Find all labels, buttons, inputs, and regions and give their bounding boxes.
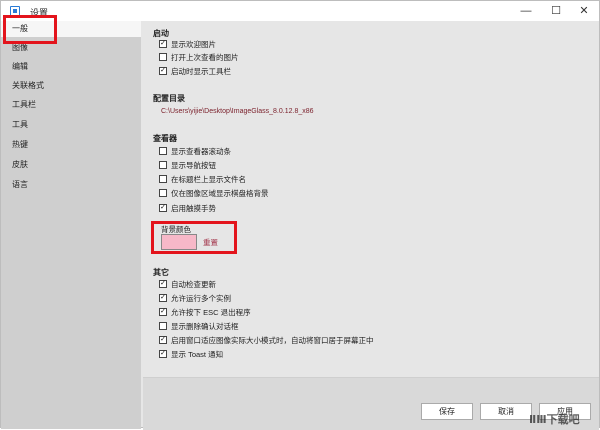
checkbox[interactable]: ✓ (159, 40, 167, 49)
title-bar: 设置 — ☐ ✕ (1, 1, 599, 21)
checkbox[interactable]: ✓ (159, 294, 167, 303)
sidebar-item-edit[interactable]: 编辑 (1, 59, 141, 75)
checkbox[interactable] (159, 161, 167, 170)
viewer-option-checkerboard[interactable]: 仅在图像区域显示棋盘格背景 (159, 188, 269, 200)
viewer-option-nav-buttons[interactable]: 显示导航按钮 (159, 160, 216, 172)
checkbox[interactable] (159, 189, 167, 198)
checkbox[interactable]: ✓ (159, 350, 167, 359)
checkbox[interactable] (159, 147, 167, 156)
config-path[interactable]: C:\Users\yijie\Desktop\ImageGlass_8.0.12… (161, 108, 314, 115)
startup-option-open-last[interactable]: 打开上次查看的图片 (159, 52, 239, 64)
checkbox[interactable]: ✓ (159, 308, 167, 317)
checkbox[interactable] (159, 322, 167, 331)
other-option-auto-update[interactable]: ✓ 自动检查更新 (159, 279, 216, 291)
sidebar-item-tools[interactable]: 工具 (1, 117, 141, 133)
sidebar: 一般 图像 编辑 关联格式 工具栏 工具 热键 皮肤 语言 (1, 21, 141, 429)
sidebar-item-language[interactable]: 语言 (1, 177, 141, 193)
other-section-title: 其它 (153, 268, 169, 277)
other-option-esc-exit[interactable]: ✓ 允许按下 ESC 退出程序 (159, 307, 251, 319)
sidebar-item-theme[interactable]: 皮肤 (1, 157, 141, 173)
config-section-title: 配置目录 (153, 94, 185, 103)
startup-section-title: 启动 (153, 29, 169, 38)
startup-option-show-toolbar[interactable]: ✓ 启动时显示工具栏 (159, 66, 231, 78)
other-option-delete-confirm[interactable]: 显示删除确认对话框 (159, 321, 239, 333)
other-option-multi-instance[interactable]: ✓ 允许运行多个实例 (159, 293, 231, 305)
sidebar-item-toolbar[interactable]: 工具栏 (1, 97, 141, 113)
close-icon[interactable]: ✕ (569, 1, 599, 21)
settings-content: 启动 ✓ 显示欢迎图片 打开上次查看的图片 ✓ 启动时显示工具栏 配置目录 C:\U… (143, 21, 599, 377)
minimize-icon[interactable]: — (511, 1, 541, 21)
checkbox[interactable] (159, 175, 167, 184)
settings-window: 设置 — ☐ ✕ 一般 图像 编辑 关联格式 工具栏 工具 热键 皮肤 语言 启… (0, 0, 600, 430)
other-option-center-window[interactable]: ✓ 启用窗口适应图像实际大小模式时，自动将窗口居于屏幕正中 (159, 335, 374, 347)
checkbox[interactable]: ✓ (159, 204, 167, 213)
watermark: ⅡⅢ下载吧 (529, 414, 580, 426)
maximize-icon[interactable]: ☐ (541, 1, 571, 21)
highlight-bg-color-box (151, 221, 237, 254)
sidebar-item-file-association[interactable]: 关联格式 (1, 78, 141, 94)
highlight-general-box (3, 15, 57, 44)
checkbox[interactable]: ✓ (159, 336, 167, 345)
save-button[interactable]: 保存 (421, 403, 473, 420)
checkbox[interactable] (159, 53, 167, 62)
checkbox[interactable]: ✓ (159, 280, 167, 289)
viewer-option-title-filename[interactable]: 在标题栏上显示文件名 (159, 174, 246, 186)
checkbox[interactable]: ✓ (159, 67, 167, 76)
viewer-option-scrollbar[interactable]: 显示查看器滚动条 (159, 146, 231, 158)
sidebar-item-hotkeys[interactable]: 热键 (1, 137, 141, 153)
viewer-option-touch[interactable]: ✓ 启用触摸手势 (159, 203, 216, 215)
startup-option-welcome[interactable]: ✓ 显示欢迎图片 (159, 39, 216, 51)
viewer-section-title: 查看器 (153, 134, 177, 143)
cancel-button[interactable]: 取消 (480, 403, 532, 420)
other-option-toast[interactable]: ✓ 显示 Toast 通知 (159, 349, 223, 361)
